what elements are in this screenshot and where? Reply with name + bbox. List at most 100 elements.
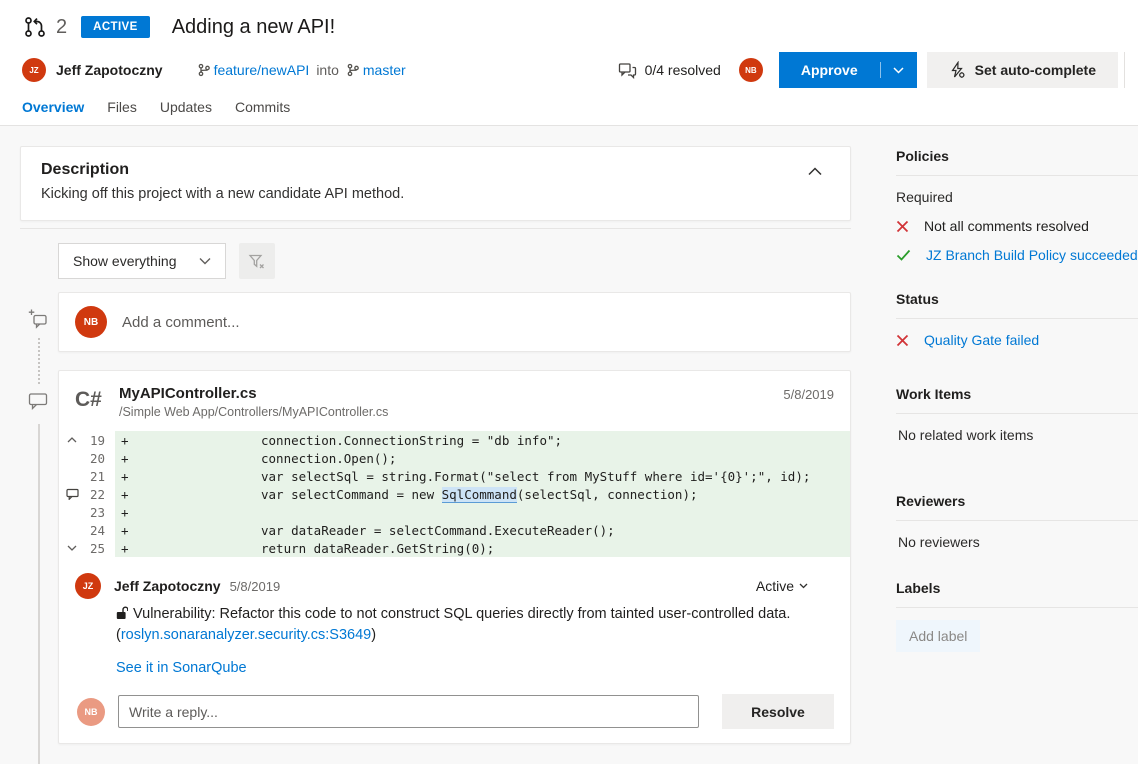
approve-button[interactable]: Approve <box>779 52 880 88</box>
clear-filter-button[interactable] <box>239 243 275 279</box>
file-header: C# MyAPIController.cs /Simple Web App/Co… <box>59 371 850 429</box>
comment-date: 5/8/2019 <box>230 579 281 594</box>
autocomplete-icon <box>949 61 965 79</box>
thread-content: Vulnerability: Refactor this code to not… <box>116 604 834 677</box>
source-branch-link[interactable]: feature/newAPI <box>197 62 310 78</box>
filter-dropdown[interactable]: Show everything <box>58 243 226 279</box>
diff-add-sign: + <box>115 541 131 556</box>
author-avatar: JZ <box>22 58 46 82</box>
csharp-file-icon: C# <box>75 385 119 412</box>
diff-add-sign: + <box>115 505 131 520</box>
resolve-button[interactable]: Resolve <box>722 694 834 729</box>
description-card: Description Kicking off this project wit… <box>20 146 851 221</box>
comments-icon <box>618 61 637 79</box>
header-divider <box>1124 52 1125 88</box>
new-comment-card: NB <box>58 292 851 352</box>
comment-body: Vulnerability: Refactor this code to not… <box>116 604 808 646</box>
target-branch-link[interactable]: master <box>346 62 406 78</box>
required-label: Required <box>896 189 1138 205</box>
set-autocomplete-label: Set auto-complete <box>975 62 1096 78</box>
chevron-down-icon <box>799 583 808 589</box>
code-text: var selectSql = string.Format("select fr… <box>261 469 810 484</box>
set-autocomplete-button[interactable]: Set auto-complete <box>927 52 1118 88</box>
code-text: connection.Open(); <box>261 451 396 466</box>
thread-status-dropdown[interactable]: Active <box>756 578 834 594</box>
pr-number: 2 <box>56 16 67 39</box>
overview-content: Description Kicking off this project wit… <box>0 126 1138 764</box>
section-divider <box>20 228 851 229</box>
comment-thread: JZ Jeff Zapotoczny 5/8/2019 Active Vulne… <box>59 557 850 729</box>
code-text: return dataReader.GetString(0); <box>261 541 494 556</box>
expand-down-icon[interactable] <box>59 545 85 551</box>
tab-commits[interactable]: Commits <box>235 99 290 115</box>
target-branch-label: master <box>363 62 406 78</box>
line-number: 19 <box>85 433 107 448</box>
diff-line: 19 +connection.ConnectionString = "db in… <box>59 431 850 449</box>
status-section: Status Quality Gate failed <box>896 291 1138 348</box>
tab-overview[interactable]: Overview <box>22 99 84 115</box>
file-name: MyAPIController.cs <box>119 385 388 402</box>
timeline-dotted-line <box>38 338 40 384</box>
approve-dropdown-button[interactable] <box>881 52 917 88</box>
add-label-button[interactable]: Add label <box>896 620 980 652</box>
description-body: Kicking off this project with a new cand… <box>41 186 830 202</box>
file-info: MyAPIController.cs /Simple Web App/Contr… <box>119 385 388 419</box>
source-branch-label: feature/newAPI <box>214 62 310 78</box>
branch-icon <box>346 63 360 77</box>
highlighted-token: SqlCommand <box>442 487 517 503</box>
line-number: 21 <box>85 469 107 484</box>
policies-title: Policies <box>896 148 1138 176</box>
pr-meta-row: JZ Jeff Zapotoczny feature/newAPI into <box>22 52 1138 88</box>
filter-selected-option: Show everything <box>73 253 177 269</box>
code-text: var dataReader = selectCommand.ExecuteRe… <box>261 523 615 538</box>
file-comment-date: 5/8/2019 <box>783 385 834 402</box>
add-comment-icon[interactable] <box>28 308 49 329</box>
labels-section: Labels Add label <box>896 580 1138 652</box>
viewer-avatar: NB <box>75 306 107 338</box>
tab-files[interactable]: Files <box>107 99 137 115</box>
approve-split-button: Approve <box>779 52 917 88</box>
line-number: 23 <box>85 505 107 520</box>
policies-section: Policies Required Not all comments resol… <box>896 148 1138 263</box>
diff-add-sign: + <box>115 451 131 466</box>
add-comment-input[interactable] <box>122 314 834 331</box>
check-icon <box>896 249 911 261</box>
line-number: 24 <box>85 523 107 538</box>
rule-link[interactable]: roslyn.sonaranalyzer.security.cs:S3649 <box>121 627 371 643</box>
tab-updates[interactable]: Updates <box>160 99 212 115</box>
build-policy-link[interactable]: JZ Branch Build Policy succeeded <box>926 247 1138 263</box>
page-title: Adding a new API! <box>172 16 335 39</box>
pull-request-page: 2 ACTIVE Adding a new API! JZ Jeff Zapot… <box>0 0 1138 764</box>
policy-text: Not all comments resolved <box>924 218 1089 234</box>
diff-add-sign: + <box>115 523 131 538</box>
diff-add-sign: + <box>115 487 131 502</box>
comment-thread-icon <box>28 392 48 410</box>
diff-line: 23 + <box>59 503 850 521</box>
resolved-count-label: 0/4 resolved <box>645 62 721 78</box>
line-comment-icon[interactable] <box>59 488 85 500</box>
work-items-empty: No related work items <box>896 427 1138 443</box>
code-text: var selectCommand = new SqlCommand(selec… <box>261 487 698 502</box>
expand-up-icon[interactable] <box>59 437 85 443</box>
line-number: 25 <box>85 541 107 556</box>
x-icon <box>896 334 909 347</box>
pr-actions: 0/4 resolved NB Approve Set auto- <box>618 52 1138 88</box>
reviewers-title: Reviewers <box>896 493 1138 521</box>
status-badge: ACTIVE <box>81 16 150 38</box>
diff-block: 19 +connection.ConnectionString = "db in… <box>59 431 850 557</box>
diff-line: 24 + var dataReader = selectCommand.Execu… <box>59 521 850 539</box>
quality-gate-link[interactable]: Quality Gate failed <box>924 332 1039 348</box>
work-items-section: Work Items No related work items <box>896 386 1138 443</box>
resolved-counter: 0/4 resolved <box>618 61 721 79</box>
sonarqube-link[interactable]: See it in SonarQube <box>116 660 247 676</box>
reply-avatar: NB <box>77 698 105 726</box>
reviewers-empty: No reviewers <box>896 534 1138 550</box>
into-label: into <box>316 62 339 78</box>
reply-input[interactable] <box>118 695 699 728</box>
thread-header: JZ Jeff Zapotoczny 5/8/2019 Active <box>75 573 834 599</box>
pull-request-icon <box>22 14 48 40</box>
collapse-description-icon[interactable] <box>808 167 822 176</box>
diff-line: 25 + return dataReader.GetString(0); <box>59 539 850 557</box>
commenter-avatar: JZ <box>75 573 101 599</box>
description-title: Description <box>41 161 830 179</box>
